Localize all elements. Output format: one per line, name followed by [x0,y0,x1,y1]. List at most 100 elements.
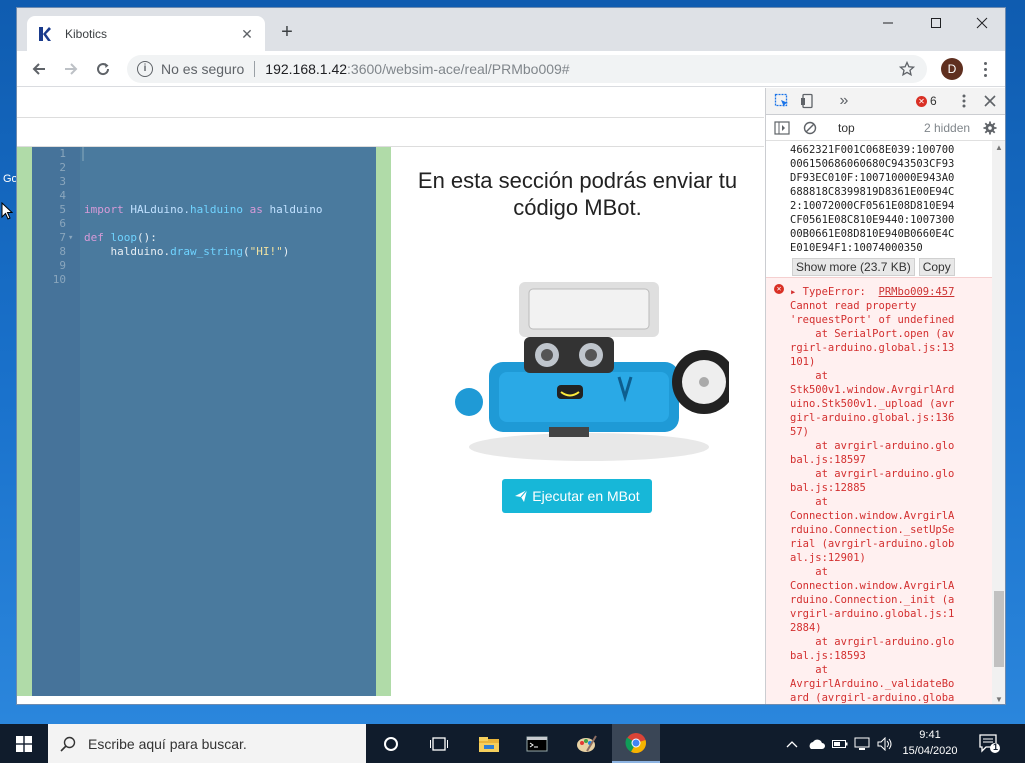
code-editor[interactable]: 1 2 3 4 5 import HALduino.halduino as hal… [32,147,376,696]
search-icon [60,736,76,752]
console-error-message[interactable]: ✕ ▸ TypeError: PRMbo009:457 Cannot read … [766,277,992,704]
stack-trace-line: bal.js:12885 [790,482,866,494]
stack-trace-line: Cannot read property [790,300,917,312]
stack-trace-line: at [790,566,828,578]
line-number: 8 [59,245,66,258]
stack-trace-line: at [790,370,828,382]
cortana-icon[interactable] [367,724,415,763]
show-more-button[interactable]: Show more (23.7 KB) [792,258,915,276]
security-indicator[interactable]: No es seguro [161,61,244,77]
code-line[interactable]: 8 halduino.draw_string("HI!") [32,245,376,259]
mouse-pointer-icon [1,202,13,220]
scroll-up-arrow-icon[interactable]: ▲ [995,143,1003,152]
tab-kibotics[interactable]: Kibotics ✕ [27,16,265,51]
sidebar-toggle-icon[interactable] [774,120,790,136]
error-count-badge[interactable]: ✕ 6 [916,94,937,108]
taskbar-search-box[interactable]: Escribe aquí para buscar. [48,724,366,763]
line-number: 6 [59,217,66,230]
kibotics-favicon-icon [37,26,53,42]
stack-trace-line: rial (avrgirl-arduino.glob [790,538,955,550]
system-clock[interactable]: 9:41 15/04/2020 [902,727,958,759]
text-cursor [82,147,84,161]
device-toolbar-icon[interactable] [800,93,816,109]
context-selector[interactable]: top [838,121,855,135]
devtools-menu-icon[interactable] [958,93,970,109]
stack-trace-line: 2884) [790,622,822,634]
code-line[interactable]: 5 import HALduino.halduino as halduino [32,203,376,217]
browser-menu-icon[interactable] [975,58,995,80]
stack-trace-line: rgirl-arduino.global.js:13 [790,342,955,354]
browser-window: Kibotics ✕ + i No es seguro 192.168.1.42… [16,7,1006,705]
code-line[interactable]: 6 [32,217,376,231]
tab-close-icon[interactable]: ✕ [239,26,255,42]
paper-plane-icon [515,489,528,502]
terminal-icon[interactable] [513,724,561,763]
line-number: 1 [59,147,66,160]
mbot-robot-image [455,282,729,461]
code-line[interactable]: 7 ▾ def loop(): [32,231,376,245]
code-line[interactable]: 4 [32,189,376,203]
code-line[interactable]: 9 [32,259,376,273]
tab-strip: Kibotics ✕ + [17,8,1005,51]
forward-arrow-icon[interactable] [59,57,83,81]
address-bar[interactable]: i No es seguro 192.168.1.42:3600/websim-… [127,55,927,83]
task-view-icon[interactable] [415,724,463,763]
line-number: 4 [59,189,66,202]
battery-icon[interactable] [830,724,850,763]
info-icon[interactable]: i [137,61,153,77]
windows-start-icon[interactable] [0,724,48,763]
console-output[interactable]: 4662321F001C068E039:100700 0061506860606… [766,141,992,704]
volume-icon[interactable] [874,724,896,763]
back-arrow-icon[interactable] [27,57,51,81]
maximize-icon[interactable] [913,8,959,38]
code-line[interactable]: 1 [32,147,376,161]
window-close-icon[interactable] [959,8,1005,38]
search-placeholder: Escribe aquí para buscar. [88,735,247,752]
tray-chevron-up-icon[interactable] [782,724,802,763]
code-line[interactable]: 10 [32,273,376,287]
run-on-mbot-button[interactable]: Ejecutar en MBot [502,479,652,513]
console-scrollbar[interactable]: ▲ ▼ [992,141,1005,704]
error-source-link[interactable]: PRMbo009:457 [879,286,955,298]
notification-count: 1 [992,742,998,752]
clear-console-icon[interactable] [802,120,818,136]
stack-trace-line: al.js:12901) [790,552,866,564]
expand-triangle-icon[interactable]: ▸ [790,286,796,298]
console-settings-gear-icon[interactable] [982,120,998,136]
scrollbar-thumb[interactable] [994,591,1004,667]
inspect-element-icon[interactable] [774,93,790,109]
reload-icon[interactable] [91,57,115,81]
bookmark-star-icon[interactable] [898,60,916,77]
paint-icon[interactable] [562,724,610,763]
code-line[interactable]: 3 [32,175,376,189]
minimize-icon[interactable] [865,8,911,38]
console-toolbar: top 2 hidden [766,115,1005,141]
devtools-tabbar: » ✕ 6 [766,88,1005,115]
profile-avatar[interactable]: D [941,58,963,80]
notification-center-icon[interactable]: 1 [978,732,1000,754]
stack-trace-line: at [790,664,828,676]
stack-trace-line: AvrgirlArduino._validateBo [790,678,955,690]
fold-arrow-icon[interactable]: ▾ [68,231,73,245]
stack-trace-line: Connection.window.AvrgirlA [790,510,955,522]
stack-trace-line: 101) [790,356,816,368]
error-icon: ✕ [916,95,927,107]
network-icon[interactable] [852,724,872,763]
stack-trace-line: 57) [790,426,809,438]
scroll-down-arrow-icon[interactable]: ▼ [995,695,1003,704]
onedrive-cloud-icon[interactable] [805,724,827,763]
stack-trace-line: at avrgirl-arduino.glo [790,468,955,480]
devtools-close-icon[interactable] [982,93,998,109]
upload-pane: En esta sección podrás enviar tu código … [391,147,764,696]
code-line[interactable]: 2 [32,161,376,175]
line-number: 5 [59,203,66,216]
stack-trace-line: rduino.Connection._init (a [790,594,955,606]
copy-button[interactable]: Copy [918,258,955,276]
new-tab-button[interactable]: + [275,20,299,44]
more-tabs-icon[interactable]: » [836,92,852,110]
tab-title: Kibotics [65,26,108,41]
file-explorer-icon[interactable] [465,724,513,763]
chrome-icon[interactable] [612,724,660,763]
stack-trace-line: rduino.Connection._setUpSe [790,524,955,536]
line-number: 7 [59,231,66,244]
